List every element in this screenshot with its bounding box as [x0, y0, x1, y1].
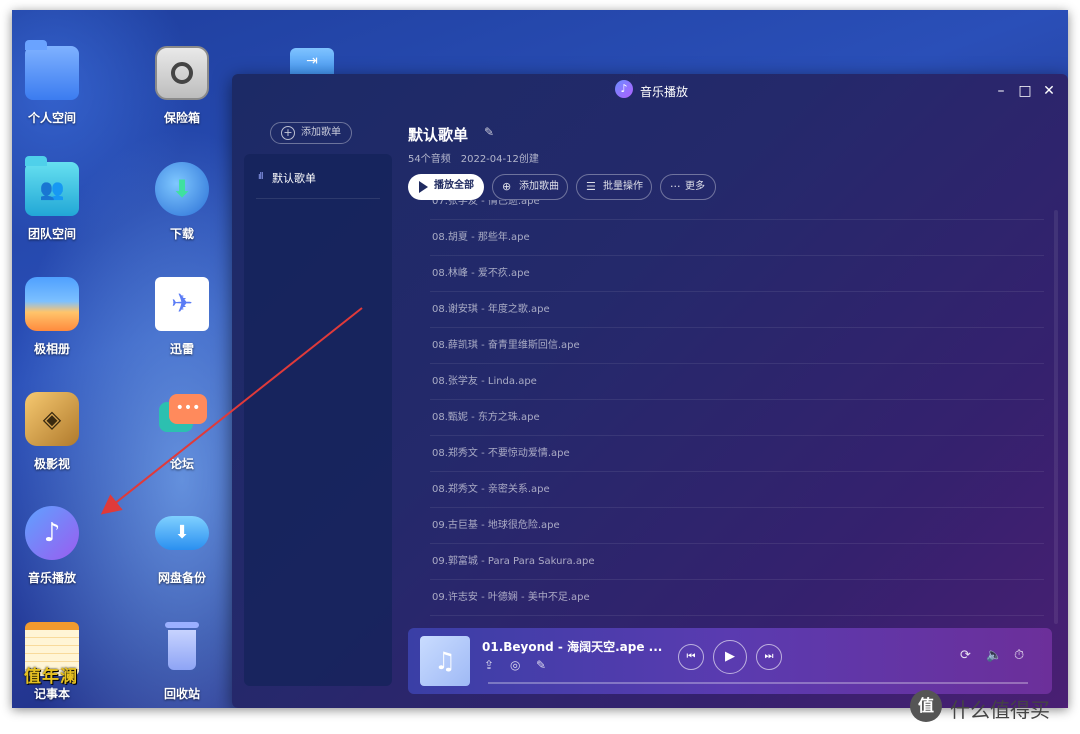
watermark-text: 什么值得买: [950, 698, 1050, 722]
watermark-logo: 值: [910, 690, 942, 722]
annotation-arrow: [100, 307, 363, 515]
